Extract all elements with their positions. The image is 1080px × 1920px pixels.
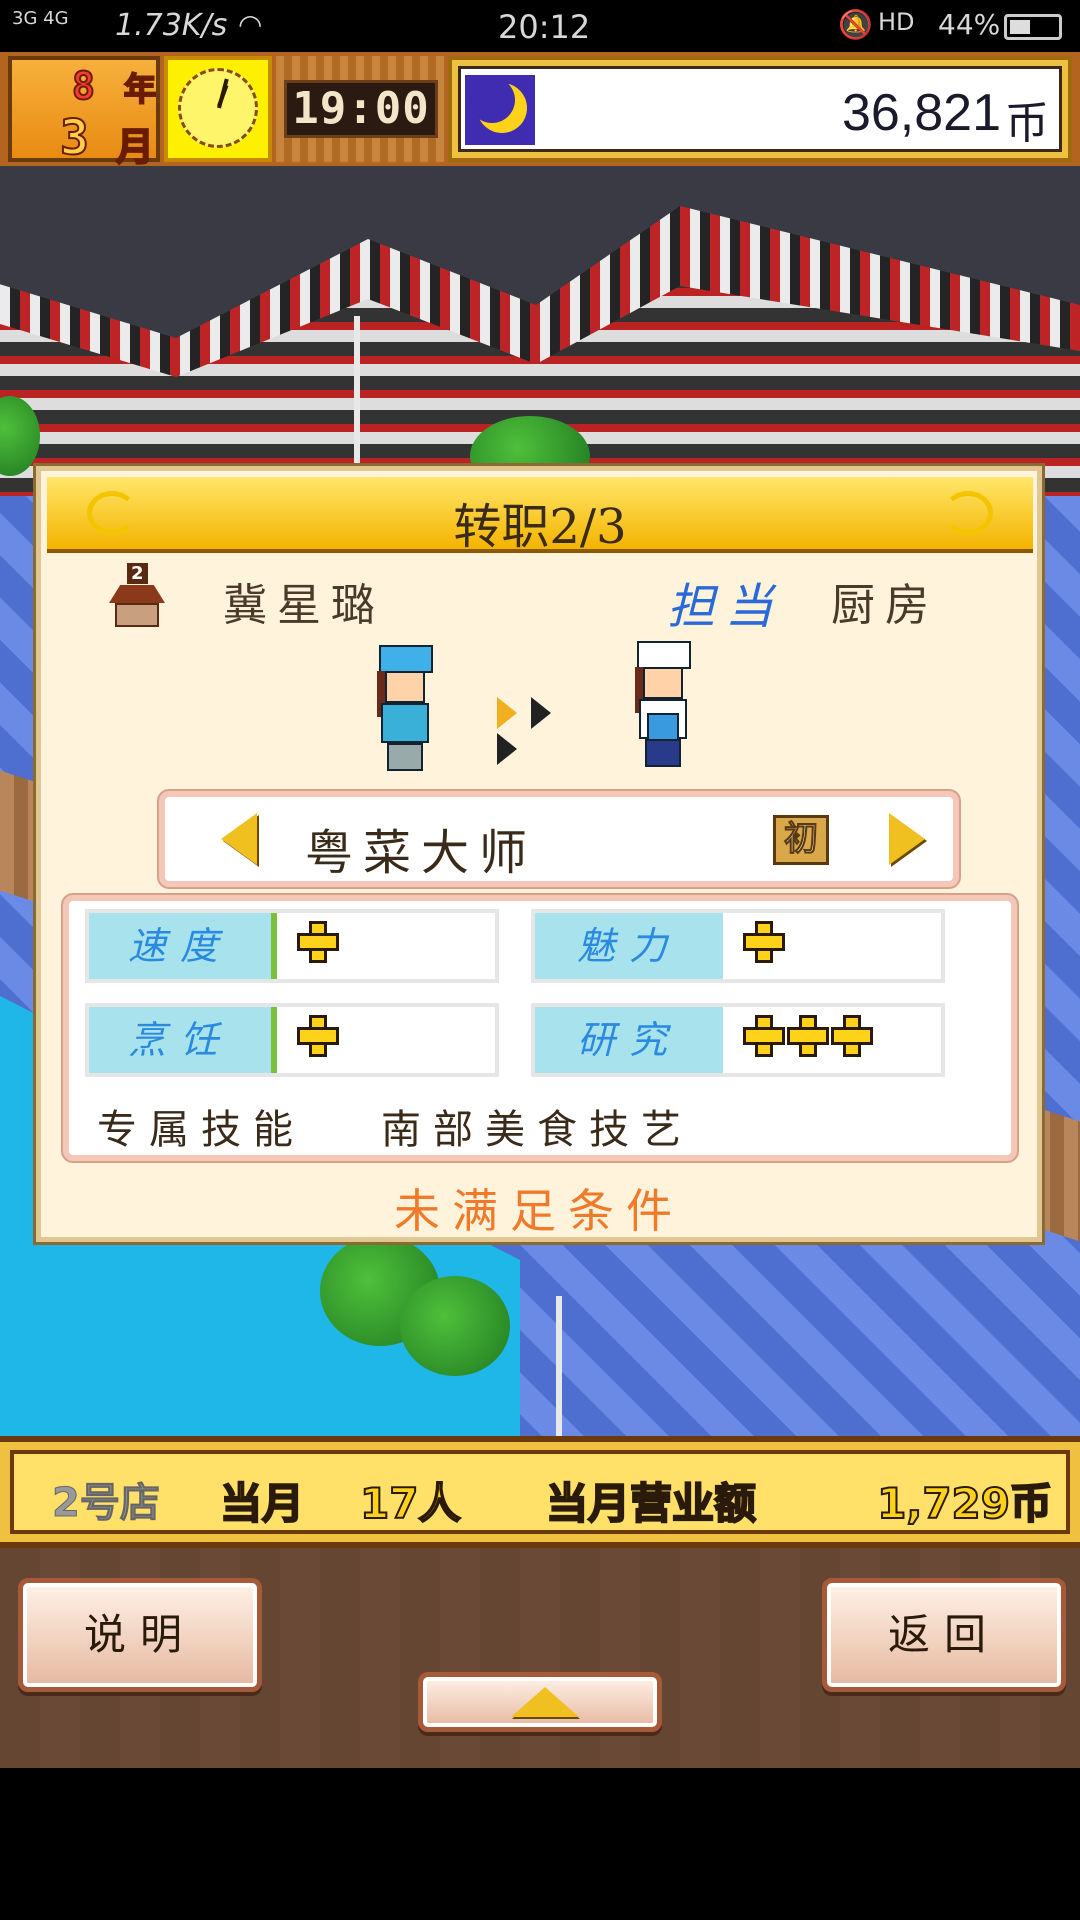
next-job-arrow-icon[interactable]	[889, 813, 925, 865]
employee-current-sprite	[371, 645, 437, 773]
tree	[400, 1276, 510, 1376]
street-lamp	[556, 1296, 562, 1436]
battery-icon	[1004, 14, 1062, 40]
shop-number: 2	[127, 563, 148, 584]
stat-value	[297, 1015, 341, 1061]
customer-count: 17人	[359, 1478, 461, 1529]
plus-icon	[787, 1015, 829, 1057]
job-name: 粤菜大师	[305, 825, 538, 881]
month-unit: 月	[115, 124, 155, 170]
stat-charm: 魅力	[531, 909, 945, 983]
revenue-label: 当月营业额	[545, 1478, 757, 1529]
year-unit: 年	[123, 69, 157, 109]
money-panel: 36,821 币	[448, 56, 1072, 162]
signal-icon: 3G 4G	[12, 8, 69, 29]
year-number: 8	[71, 63, 96, 109]
skill-value: 南部美食技艺	[381, 1107, 693, 1153]
assignment-label: 担当	[667, 579, 784, 635]
stat-cooking: 烹饪	[85, 1003, 499, 1077]
up-arrow-icon	[511, 1687, 579, 1717]
bell-muted-icon: 🔕	[838, 8, 873, 41]
time-panel: 19:00	[276, 56, 446, 162]
plus-icon	[297, 1015, 339, 1057]
system-time: 20:12	[498, 8, 591, 46]
battery-percent: 44%	[938, 8, 1001, 41]
help-button[interactable]: 说明	[18, 1578, 262, 1692]
top-hud: 8 年 3 月 19:00 36,821 币	[0, 52, 1080, 170]
stat-value	[297, 921, 341, 967]
moon-icon	[465, 75, 535, 145]
back-button[interactable]: 返回	[822, 1578, 1066, 1692]
shop-info-bar: 2号店 当月 17人 当月营业额 1,729币	[0, 1436, 1080, 1548]
stat-value	[743, 1015, 875, 1061]
plus-icon	[297, 921, 339, 963]
transform-arrow-icon	[497, 697, 597, 765]
condition-status: 未满足条件	[394, 1184, 684, 1238]
stat-research: 研究	[531, 1003, 945, 1077]
stat-label: 烹饪	[89, 1007, 277, 1073]
job-rank-badge: 初	[773, 815, 829, 865]
job-selector: 粤菜大师 初	[159, 791, 959, 887]
hd-call-icon: HD	[878, 8, 915, 36]
expand-up-button[interactable]	[418, 1672, 662, 1732]
stats-panel: 速度 魅力 烹饪 研究 专属技能 南部美食技艺	[63, 895, 1017, 1161]
stat-label: 魅力	[535, 913, 723, 979]
wifi-icon: ◠	[238, 8, 263, 41]
network-speed: 1.73K/s	[115, 8, 228, 43]
shop-icon: 2	[109, 563, 165, 627]
plus-icon	[743, 1015, 785, 1057]
prev-job-arrow-icon[interactable]	[221, 813, 257, 865]
money-unit: 币	[1005, 98, 1049, 149]
analog-clock-icon	[164, 56, 272, 162]
stat-label: 研究	[535, 1007, 723, 1073]
nav-area	[0, 1768, 1080, 1920]
employee-name: 冀星璐	[223, 580, 385, 631]
status-bar: 3G 4G 1.73K/s ◠ 20:12 🔕 HD 44%	[0, 0, 1080, 52]
shop-label: 2号店	[52, 1480, 161, 1527]
month-number: 3	[59, 109, 90, 167]
employee-new-sprite	[629, 641, 695, 769]
dialog-header: 转职2/3	[47, 477, 1033, 555]
stat-label: 速度	[89, 913, 277, 979]
dialog-title: 转职2/3	[453, 499, 627, 555]
money-value: 36,821	[841, 84, 1001, 142]
bottom-controls: 说明 返回	[0, 1548, 1080, 1768]
date-panel[interactable]: 8 年 3 月	[8, 56, 160, 170]
stat-speed: 速度	[85, 909, 499, 983]
game-time: 19:00	[284, 80, 438, 138]
revenue-value: 1,729币	[876, 1478, 1053, 1529]
assignment-value: 厨房	[831, 580, 939, 631]
plus-icon	[743, 921, 785, 963]
skill-label: 专属技能	[97, 1107, 305, 1153]
stat-value	[743, 921, 787, 967]
job-change-dialog: 转职2/3 2 冀星璐 担当 厨房 粤菜大师 初 速度 魅力 烹饪 研究 专属技…	[36, 466, 1042, 1242]
plus-icon	[831, 1015, 873, 1057]
month-label: 当月	[219, 1478, 305, 1529]
